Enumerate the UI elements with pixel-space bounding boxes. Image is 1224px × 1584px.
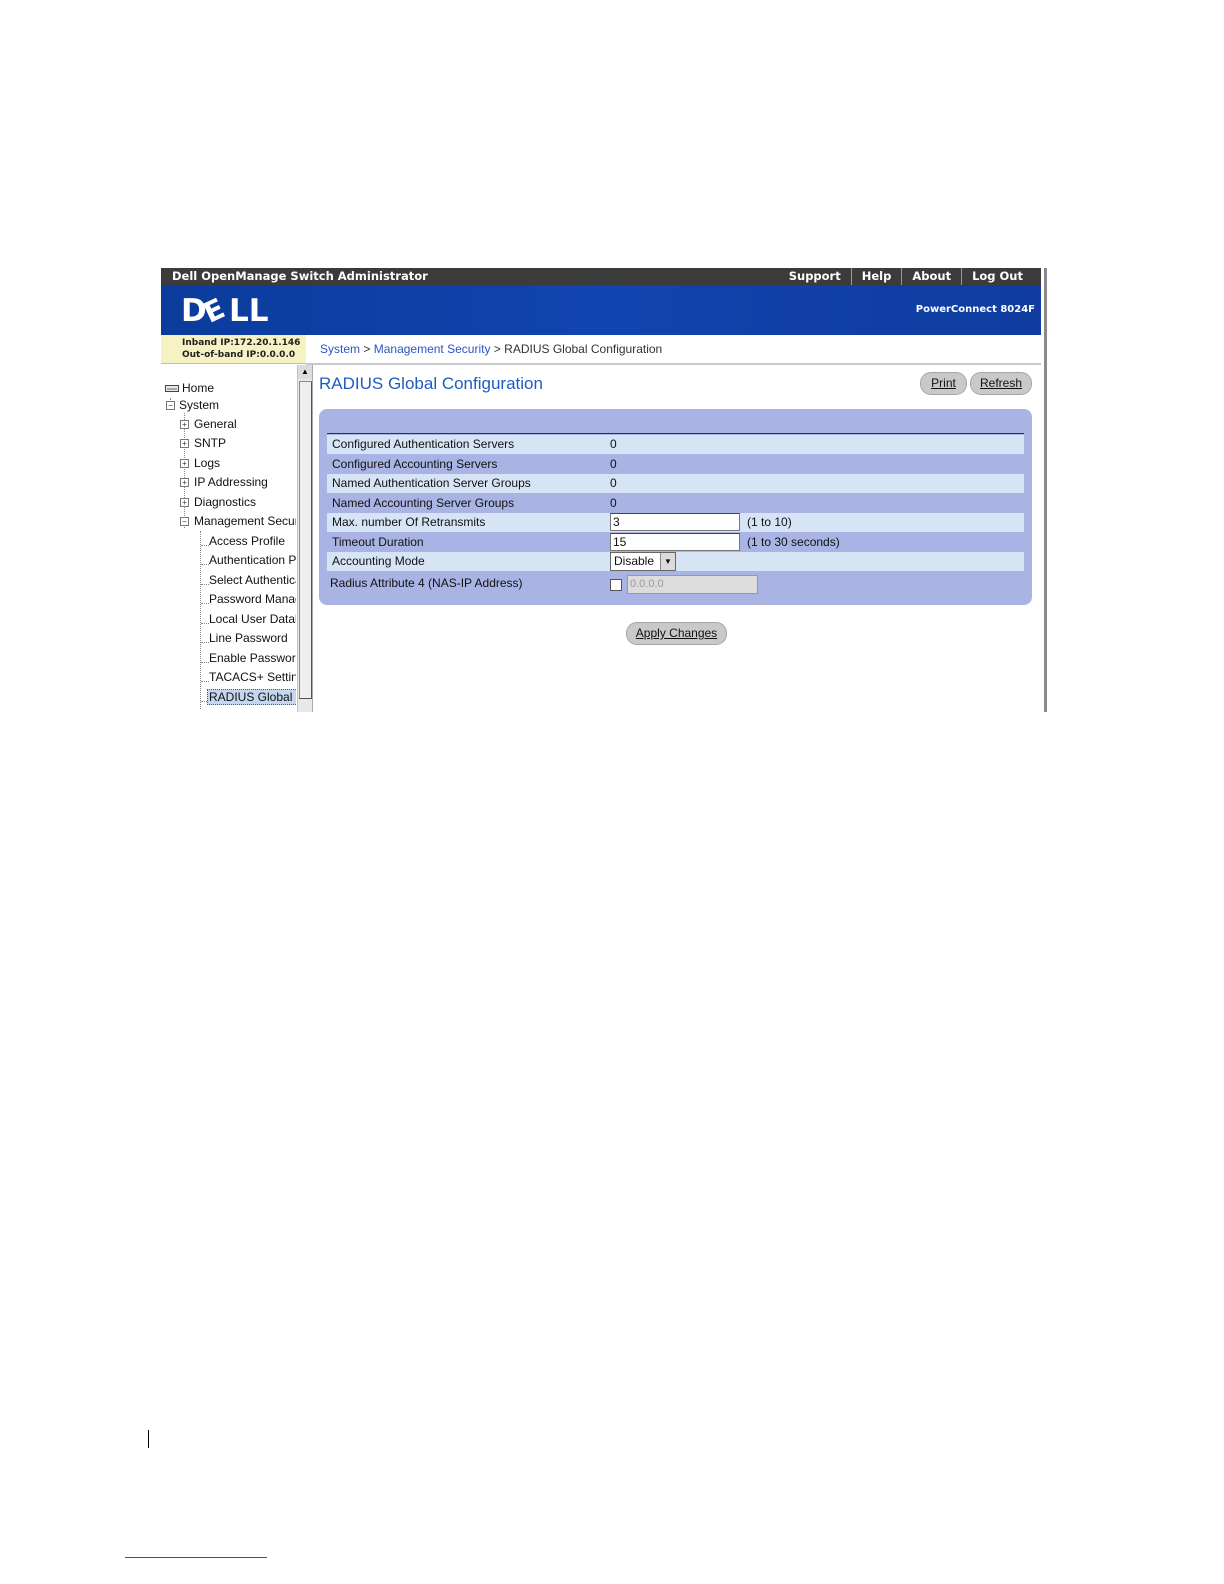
settings-panel: Configured Authentication Servers 0 Conf… xyxy=(319,409,1032,605)
margin-bar xyxy=(148,1430,149,1448)
sidebar-item-line-password[interactable]: Line Password xyxy=(209,631,288,645)
apply-changes-button[interactable]: Apply Changes xyxy=(626,622,727,645)
field-value: 0 xyxy=(610,457,617,471)
range-hint: (1 to 10) xyxy=(747,515,792,529)
sidebar-item-tacacs-settings[interactable]: TACACS+ Settin xyxy=(209,670,296,684)
row-configured-acct-servers: Configured Accounting Servers 0 xyxy=(327,455,1024,474)
sidebar-item-ip-addressing[interactable]: IP Addressing xyxy=(194,475,268,489)
sidebar-item-select-authentication[interactable]: Select Authentica xyxy=(209,573,296,587)
tree-line xyxy=(201,545,209,546)
tree-line xyxy=(201,623,209,624)
scroll-up-arrow-icon[interactable]: ▲ xyxy=(298,365,312,379)
tree-line xyxy=(201,642,209,643)
sidebar-item-general[interactable]: General xyxy=(194,417,237,431)
sidebar-item-management-security[interactable]: Management Securi xyxy=(194,514,296,528)
tree-line xyxy=(184,413,185,528)
ip-info-box: Inband IP:172.20.1.146 Out-of-band IP:0.… xyxy=(161,335,306,364)
refresh-button[interactable]: Refresh xyxy=(970,372,1032,395)
page-title: RADIUS Global Configuration xyxy=(319,374,543,393)
print-button[interactable]: Print xyxy=(920,372,967,395)
retransmits-input[interactable]: 3 xyxy=(610,513,740,531)
row-nas-ip-address: Radius Attribute 4 (NAS-IP Address) 0.0.… xyxy=(327,574,1024,594)
home-icon xyxy=(165,385,179,392)
top-links: Support Help About Log Out xyxy=(779,268,1033,285)
nas-ip-input[interactable]: 0.0.0.0 xyxy=(627,575,758,594)
breadcrumb: System > Management Security > RADIUS Gl… xyxy=(306,335,1041,365)
collapse-icon[interactable]: − xyxy=(180,517,189,526)
row-accounting-mode: Accounting Mode Disable ▼ xyxy=(327,552,1024,571)
tree-line xyxy=(201,603,209,604)
accounting-mode-select[interactable]: Disable ▼ xyxy=(610,552,676,571)
field-label: Configured Authentication Servers xyxy=(332,437,515,451)
row-timeout-duration: Timeout Duration 15 (1 to 30 seconds) xyxy=(327,533,1024,552)
field-label: Configured Accounting Servers xyxy=(332,457,498,471)
field-label: Max. number Of Retransmits xyxy=(332,515,486,529)
sidebar-item-logs[interactable]: Logs xyxy=(194,456,220,470)
breadcrumb-current: RADIUS Global Configuration xyxy=(504,342,663,356)
range-hint: (1 to 30 seconds) xyxy=(747,535,840,549)
scrollbar-thumb[interactable] xyxy=(299,381,312,699)
help-link[interactable]: Help xyxy=(850,268,902,285)
svg-text:LL: LL xyxy=(229,293,269,327)
out-of-band-ip: Out-of-band IP:0.0.0.0 xyxy=(182,350,296,360)
timeout-input[interactable]: 15 xyxy=(610,533,740,551)
breadcrumb-management-security[interactable]: Management Security xyxy=(374,342,491,356)
collapse-icon[interactable]: − xyxy=(166,401,175,410)
tree-line xyxy=(200,531,201,709)
tree-line xyxy=(201,681,209,682)
field-value: 0 xyxy=(610,476,617,490)
sidebar-item-home[interactable]: Home xyxy=(182,381,214,395)
expand-icon[interactable]: + xyxy=(180,478,189,487)
select-value: Disable xyxy=(614,554,655,568)
sidebar-item-enable-password[interactable]: Enable Password xyxy=(209,651,296,665)
expand-icon[interactable]: + xyxy=(180,439,189,448)
field-value: 0 xyxy=(610,437,617,451)
inband-ip: Inband IP:172.20.1.146 xyxy=(182,338,301,348)
sidebar-scrollbar[interactable]: ▲ xyxy=(297,365,312,712)
title-bar: Dell OpenManage Switch Administrator Sup… xyxy=(161,268,1041,285)
about-link[interactable]: About xyxy=(901,268,961,285)
sidebar-item-access-profile[interactable]: Access Profile xyxy=(209,534,285,548)
expand-icon[interactable]: + xyxy=(180,420,189,429)
sidebar-item-password-management[interactable]: Password Manag xyxy=(209,592,296,606)
tree-line xyxy=(201,584,209,585)
support-link[interactable]: Support xyxy=(779,268,851,285)
footer-rule xyxy=(125,1557,267,1558)
logout-link[interactable]: Log Out xyxy=(961,268,1033,285)
brand-banner: D E LL PowerConnect 8024F xyxy=(161,285,1041,335)
row-max-retransmits: Max. number Of Retransmits 3 (1 to 10) xyxy=(327,513,1024,532)
sidebar-item-system[interactable]: System xyxy=(179,398,219,412)
main-content: RADIUS Global Configuration Print Refres… xyxy=(313,365,1041,712)
expand-icon[interactable]: + xyxy=(180,459,189,468)
sidebar-item-local-user-database[interactable]: Local User Datab xyxy=(209,612,296,626)
row-named-auth-groups: Named Authentication Server Groups 0 xyxy=(327,474,1024,493)
row-configured-auth-servers: Configured Authentication Servers 0 xyxy=(327,435,1024,454)
divider xyxy=(327,433,1024,434)
field-label: Accounting Mode xyxy=(332,554,425,568)
field-label: Named Accounting Server Groups xyxy=(332,496,515,510)
tree-line xyxy=(201,662,209,663)
nas-ip-checkbox[interactable] xyxy=(610,579,622,591)
field-value: 0 xyxy=(610,496,617,510)
row-named-acct-groups: Named Accounting Server Groups 0 xyxy=(327,494,1024,513)
field-label: Radius Attribute 4 (NAS-IP Address) xyxy=(330,576,523,590)
breadcrumb-system[interactable]: System xyxy=(320,342,360,356)
sidebar-item-diagnostics[interactable]: Diagnostics xyxy=(194,495,256,509)
sidebar-item-authentication-profile[interactable]: Authentication Pr xyxy=(209,553,296,567)
field-label: Timeout Duration xyxy=(332,535,424,549)
nav-tree: Home − System + General + SNTP + Logs + … xyxy=(161,365,296,712)
expand-icon[interactable]: + xyxy=(180,498,189,507)
breadcrumb-separator: > xyxy=(493,342,501,356)
tree-line xyxy=(201,564,209,565)
breadcrumb-separator: > xyxy=(363,342,371,356)
app-title: Dell OpenManage Switch Administrator xyxy=(172,269,428,283)
dell-logo: D E LL xyxy=(181,293,269,327)
field-label: Named Authentication Server Groups xyxy=(332,476,531,490)
chevron-down-icon[interactable]: ▼ xyxy=(660,553,675,570)
sidebar: Home − System + General + SNTP + Logs + … xyxy=(161,365,313,712)
sidebar-item-sntp[interactable]: SNTP xyxy=(194,436,226,450)
device-model: PowerConnect 8024F xyxy=(915,304,1035,315)
sidebar-item-radius-global[interactable]: RADIUS Global C xyxy=(207,689,296,705)
browser-screenshot: Dell OpenManage Switch Administrator Sup… xyxy=(161,268,1047,712)
